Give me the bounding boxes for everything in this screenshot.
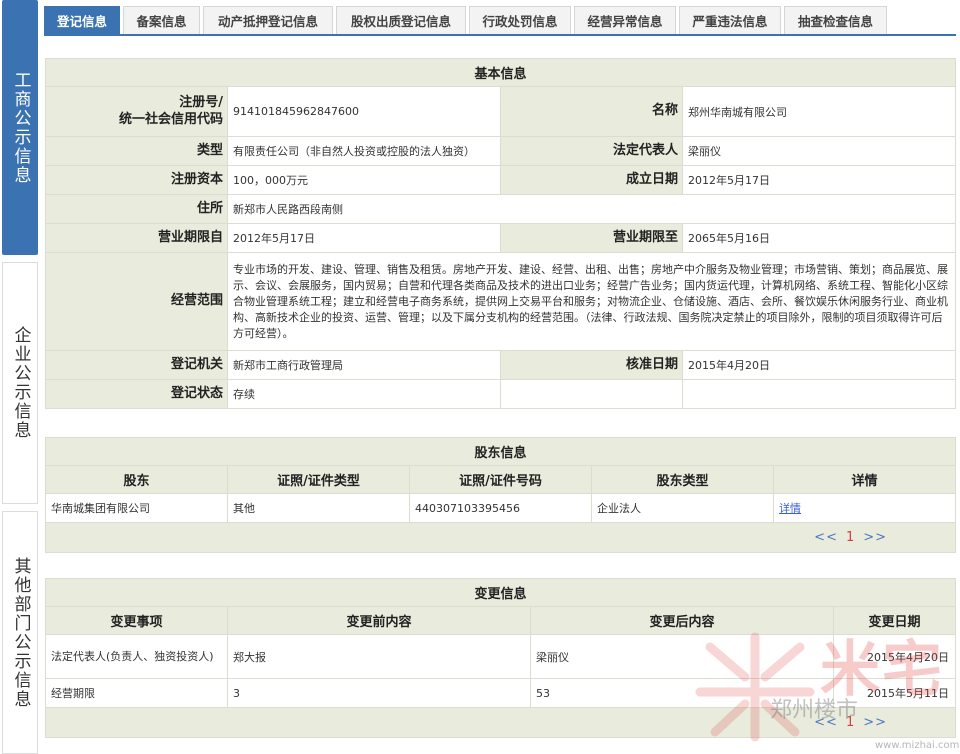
side-nav-item-other-departments[interactable]: 其他部门公示信息 — [2, 511, 38, 754]
tab-admin-penalty[interactable]: 行政处罚信息 — [469, 6, 571, 34]
change-item: 法定代表人(负责人、独资投资人) — [45, 634, 228, 679]
side-nav-item-business[interactable]: 工商公示信息 — [2, 0, 38, 255]
term-from-value: 2012年5月17日 — [227, 223, 501, 253]
capital-value: 100，000万元 — [227, 165, 501, 195]
change-before: 3 — [227, 678, 531, 708]
column-header: 股东类型 — [591, 465, 774, 494]
detail-link[interactable]: 详情 — [779, 502, 801, 515]
reg-no-label-line2: 统一社会信用代码 — [118, 111, 223, 127]
reg-no-label: 注册号/ 统一社会信用代码 — [45, 86, 228, 137]
shareholder-detail-cell: 详情 — [772, 493, 957, 523]
capital-label: 注册资本 — [45, 165, 228, 195]
column-header: 股东 — [45, 465, 228, 494]
legal-rep-value: 梁丽仪 — [681, 136, 957, 166]
shareholder-type: 企业法人 — [591, 493, 774, 523]
founded-value: 2012年5月17日 — [681, 165, 957, 195]
authority-value: 新郑市工商行政管理局 — [227, 350, 501, 380]
basic-info-title: 基本信息 — [44, 58, 957, 87]
empty-cell — [681, 379, 957, 409]
reg-no-label-line1: 注册号/ — [179, 95, 223, 111]
side-nav: 工商公示信息 企业公示信息 其他部门公示信息 — [0, 0, 40, 754]
watermark-brand: 米宅 — [820, 635, 944, 705]
term-from-label: 营业期限自 — [45, 223, 228, 253]
tab-serious-violation[interactable]: 严重违法信息 — [679, 6, 781, 34]
type-value: 有限责任公司（非自然人投资或控股的法人独资） — [227, 136, 501, 166]
scope-value: 专业市场的开发、建设、管理、销售及租赁。房地产开发、建设、经营、出租、出售；房地… — [226, 252, 957, 351]
empty-cell — [500, 379, 683, 409]
legal-rep-label: 法定代表人 — [500, 136, 683, 166]
side-nav-label: 企业公示信息 — [10, 326, 31, 440]
shareholder-name: 华南城集团有限公司 — [45, 493, 228, 523]
watermark-channel: 郑州楼市 — [770, 698, 859, 723]
column-header: 变更日期 — [832, 606, 957, 635]
company-name-label: 名称 — [500, 86, 683, 137]
column-header: 证照/证件号码 — [409, 465, 592, 494]
tab-abnormal-operation[interactable]: 经营异常信息 — [574, 6, 676, 34]
change-item: 经营期限 — [45, 678, 228, 708]
change-title: 变更信息 — [44, 578, 957, 607]
tab-filing[interactable]: 备案信息 — [123, 6, 200, 34]
shareholder-id-type: 其他 — [227, 493, 410, 523]
address-value: 新郑市人民路西段南侧 — [226, 194, 957, 224]
approved-date-label: 核准日期 — [500, 350, 683, 380]
shareholder-id-no: 440307103395456 — [409, 493, 592, 523]
status-value: 存续 — [227, 379, 501, 409]
next-page-button[interactable]: >> — [863, 530, 887, 545]
prev-page-button[interactable]: << — [814, 530, 838, 545]
pagination: << 1 >> — [44, 522, 957, 553]
type-label: 类型 — [45, 136, 228, 166]
column-header: 变更事项 — [45, 606, 228, 635]
authority-label: 登记机关 — [45, 350, 228, 380]
shareholder-title: 股东信息 — [44, 437, 957, 466]
tab-spot-check[interactable]: 抽查检查信息 — [784, 6, 887, 34]
basic-info-table: 基本信息 注册号/ 统一社会信用代码 914101845962847600 名称… — [44, 58, 957, 409]
side-nav-label: 其他部门公示信息 — [10, 556, 31, 709]
term-to-value: 2065年5月16日 — [681, 223, 957, 253]
company-name-value: 郑州华南城有限公司 — [681, 86, 957, 137]
table-row: 华南城集团有限公司 其他 440307103395456 企业法人 详情 — [45, 493, 957, 523]
watermark-logo-icon — [695, 632, 815, 742]
address-label: 住所 — [45, 194, 228, 224]
watermark-url: www.mizhai.com — [875, 740, 960, 751]
reg-no-value: 914101845962847600 — [227, 86, 501, 137]
side-nav-label: 工商公示信息 — [10, 70, 31, 185]
tab-chattel-mortgage[interactable]: 动产抵押登记信息 — [203, 6, 333, 34]
tab-equity-pledge[interactable]: 股权出质登记信息 — [336, 6, 466, 34]
column-header: 详情 — [772, 465, 957, 494]
page-number[interactable]: 1 — [846, 530, 855, 545]
change-before: 郑大报 — [227, 634, 531, 679]
tab-registration[interactable]: 登记信息 — [44, 6, 120, 34]
column-header: 变更前内容 — [227, 606, 531, 635]
founded-label: 成立日期 — [500, 165, 683, 195]
approved-date-value: 2015年4月20日 — [681, 350, 957, 380]
next-page-button[interactable]: >> — [863, 715, 887, 730]
column-header: 变更后内容 — [530, 606, 834, 635]
scope-label: 经营范围 — [45, 252, 228, 351]
shareholder-table: 股东信息 股东 证照/证件类型 证照/证件号码 股东类型 详情 华南城集团有限公… — [44, 437, 957, 553]
term-to-label: 营业期限至 — [500, 223, 683, 253]
status-label: 登记状态 — [45, 379, 228, 409]
tab-underline — [44, 34, 956, 36]
column-header: 证照/证件类型 — [227, 465, 410, 494]
side-nav-item-enterprise[interactable]: 企业公示信息 — [2, 262, 38, 504]
tab-bar: 登记信息 备案信息 动产抵押登记信息 股权出质登记信息 行政处罚信息 经营异常信… — [44, 6, 890, 34]
